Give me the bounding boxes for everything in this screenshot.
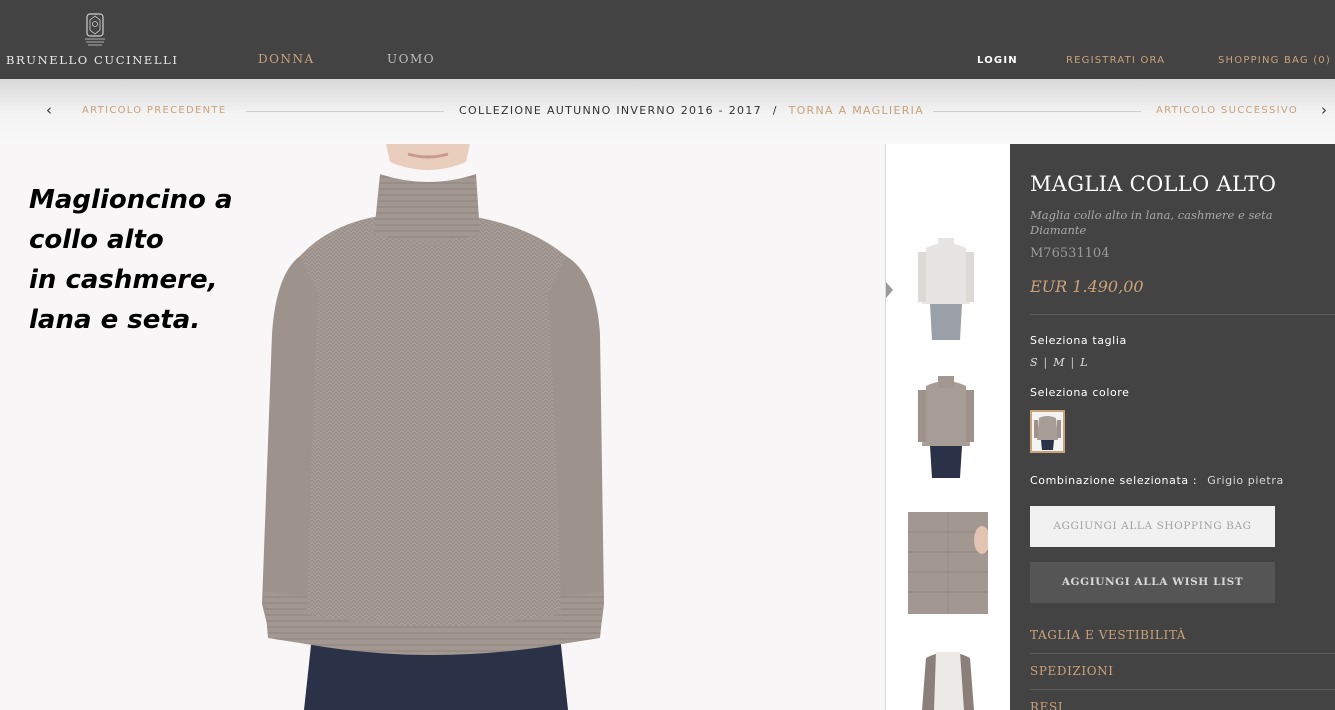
main-product-image[interactable]: Maglioncino a collo alto in cashmere, la…	[0, 144, 885, 710]
color-swatch-grigio-pietra[interactable]	[1030, 410, 1065, 453]
product-details-panel: MAGLIA COLLO ALTO Maglia collo alto in l…	[1010, 144, 1335, 710]
add-to-bag-button[interactable]: AGGIUNGI ALLA SHOPPING BAG	[1030, 506, 1275, 547]
chevron-left-icon[interactable]: ‹	[46, 101, 52, 119]
top-navigation-bar: BRUNELLO CUCINELLI DONNA UOMO LOGIN REGI…	[0, 0, 1335, 79]
overlay-line: Maglioncino a	[29, 185, 233, 215]
back-to-knitwear-link[interactable]: TORNA A MAGLIERIA	[789, 104, 924, 117]
size-option-m[interactable]: M	[1053, 356, 1064, 369]
previous-article-link[interactable]: ARTICOLO PRECEDENTE	[82, 105, 226, 116]
next-article-link[interactable]: ARTICOLO SUCCESSIVO	[1156, 105, 1298, 116]
product-page: BRUNELLO CUCINELLI DONNA UOMO LOGIN REGI…	[0, 0, 1335, 710]
overlay-line: in cashmere,	[29, 265, 218, 295]
size-label: Seleziona taglia	[1030, 334, 1127, 347]
accordion-label: RESI	[1030, 700, 1064, 710]
brand-logo[interactable]: BRUNELLO CUCINELLI	[6, 12, 186, 72]
breadcrumb: COLLEZIONE AUTUNNO INVERNO 2016 - 2017 /…	[459, 104, 924, 117]
accordion-label: SPEDIZIONI	[1030, 664, 1114, 678]
thumbnail-gallery	[885, 144, 1010, 710]
thumbnail-1[interactable]	[916, 234, 976, 344]
accordion-size-fit[interactable]: TAGLIA E VESTIBILITÀ	[1030, 618, 1335, 654]
accordion-returns[interactable]: RESI	[1030, 690, 1335, 710]
combination-value: Grigio pietra	[1207, 474, 1284, 487]
register-link[interactable]: REGISTRATI ORA	[1066, 55, 1165, 66]
brand-emblem-icon	[85, 13, 105, 46]
brand-name: BRUNELLO CUCINELLI	[6, 53, 179, 67]
product-code: M76531104	[1030, 246, 1110, 261]
overlay-line: lana e seta.	[29, 305, 201, 335]
thumbnail-4[interactable]	[920, 646, 976, 710]
breadcrumb-divider-left	[246, 111, 444, 112]
shopping-bag-link[interactable]: SHOPPING BAG (0)	[1218, 55, 1331, 66]
add-to-wishlist-button[interactable]: AGGIUNGI ALLA WISH LIST	[1030, 562, 1275, 603]
product-description: Maglia collo alto in lana, cashmere e se…	[1030, 208, 1273, 237]
combination-label: Combinazione selezionata :	[1030, 474, 1198, 487]
breadcrumb-separator: /	[772, 104, 778, 117]
panel-divider	[1030, 314, 1335, 315]
chevron-right-icon[interactable]: ›	[1321, 101, 1327, 119]
nav-donna[interactable]: DONNA	[258, 52, 315, 66]
collection-label: COLLEZIONE AUTUNNO INVERNO 2016 - 2017	[459, 104, 762, 117]
color-label: Seleziona colore	[1030, 386, 1130, 399]
overlay-line: collo alto	[29, 225, 164, 255]
product-title: MAGLIA COLLO ALTO	[1030, 172, 1277, 196]
promo-overlay-text: Maglioncino a collo alto in cashmere, la…	[29, 180, 233, 340]
accordion-shipping[interactable]: SPEDIZIONI	[1030, 654, 1335, 690]
size-option-l[interactable]: L	[1080, 356, 1087, 369]
thumbnail-3-detail[interactable]	[908, 512, 988, 614]
thumbnail-pointer-icon	[886, 282, 893, 298]
swatch-thumbnail	[1034, 416, 1061, 450]
selected-combination: Combinazione selezionata : Grigio pietra	[1030, 474, 1284, 487]
size-selector: S | M | L	[1030, 356, 1088, 369]
size-option-s[interactable]: S	[1030, 356, 1038, 369]
thumbnail-2[interactable]	[916, 372, 976, 480]
nav-uomo[interactable]: UOMO	[387, 52, 435, 66]
product-price: EUR 1.490,00	[1030, 277, 1144, 296]
breadcrumb-divider-right	[933, 111, 1141, 112]
accordion-label: TAGLIA E VESTIBILITÀ	[1030, 628, 1187, 642]
login-link[interactable]: LOGIN	[977, 55, 1018, 66]
